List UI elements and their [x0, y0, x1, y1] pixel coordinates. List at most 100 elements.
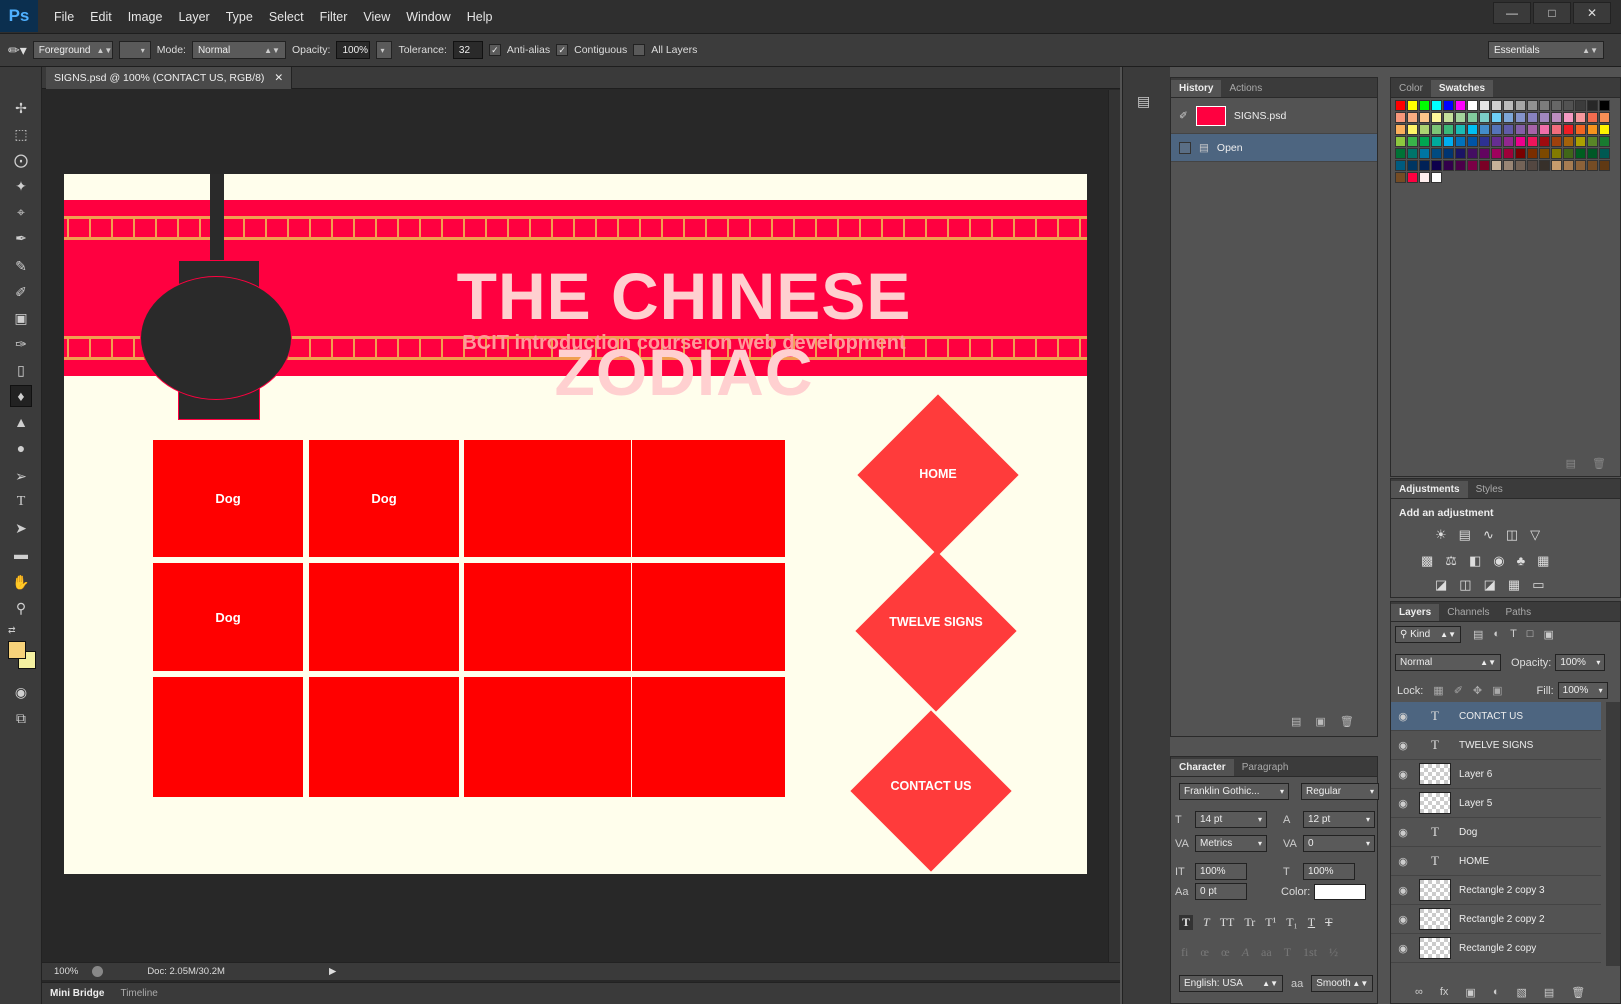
color-swatch[interactable] [1491, 160, 1502, 171]
color-swatch[interactable] [1575, 124, 1586, 135]
layer-row[interactable]: ◉ Rectangle 2 copy 3 [1391, 876, 1601, 905]
color-swatch[interactable] [1527, 136, 1538, 147]
vertical-scale-field[interactable]: 100% [1195, 863, 1247, 880]
color-swatch[interactable] [1419, 124, 1430, 135]
fractions-icon[interactable]: ½ [1329, 945, 1338, 960]
tab-timeline[interactable]: Timeline [112, 988, 165, 999]
stylistic-alternates-icon[interactable]: A [1242, 945, 1249, 960]
color-swatch[interactable] [1431, 100, 1442, 111]
layer-row[interactable]: ◉ T CONTACT US [1391, 702, 1601, 731]
hand-tool-icon[interactable]: ✋ [10, 571, 32, 593]
filter-pixel-icon[interactable]: ▤ [1473, 628, 1483, 641]
color-swatch[interactable] [1467, 136, 1478, 147]
small-caps-icon[interactable]: Tr [1244, 915, 1255, 930]
tab-styles[interactable]: Styles [1468, 481, 1511, 498]
superscript-icon[interactable]: T¹ [1265, 915, 1276, 930]
path-selection-tool-icon[interactable]: ➤ [10, 517, 32, 539]
layers-scrollbar[interactable] [1606, 702, 1620, 966]
tab-layers[interactable]: Layers [1391, 604, 1440, 621]
screen-mode-icon[interactable]: ⧉ [10, 707, 32, 729]
document-tab[interactable]: SIGNS.psd @ 100% (CONTACT US, RGB/8) ✕ [46, 67, 293, 89]
mode-select[interactable]: Normal ▲▼ [191, 41, 286, 59]
clone-stamp-tool-icon[interactable]: ▣ [10, 307, 32, 329]
layer-visibility-eye-icon[interactable]: ◉ [1391, 913, 1415, 926]
language-select[interactable]: English: USA ▲▼ [1179, 975, 1283, 992]
color-swatch[interactable] [1431, 112, 1442, 123]
layer-visibility-eye-icon[interactable]: ◉ [1391, 797, 1415, 810]
color-swatch[interactable] [1431, 124, 1442, 135]
pen-tool-icon[interactable]: ➢ [10, 465, 32, 487]
menu-file[interactable]: File [46, 10, 82, 24]
color-swatch[interactable] [1491, 112, 1502, 123]
menu-select[interactable]: Select [261, 10, 312, 24]
delete-swatch-icon[interactable]: 🗑 [1592, 457, 1606, 470]
close-button[interactable]: ✕ [1573, 2, 1611, 24]
ornaments-icon[interactable]: T [1284, 945, 1291, 960]
minimize-button[interactable]: — [1493, 2, 1531, 24]
delete-layer-icon[interactable]: 🗑 [1571, 986, 1585, 999]
color-swatch[interactable] [1491, 124, 1502, 135]
tab-character[interactable]: Character [1171, 759, 1234, 776]
layer-opacity-field[interactable]: 100% ▾ [1555, 654, 1606, 671]
color-swatch[interactable] [1551, 160, 1562, 171]
color-swatch[interactable] [1395, 148, 1406, 159]
opacity-field[interactable]: 100% [336, 41, 371, 59]
color-swatch[interactable] [1551, 124, 1562, 135]
new-layer-icon[interactable]: ▤ [1544, 986, 1554, 999]
fill-source-select[interactable]: Foreground ▲▼ [32, 41, 113, 59]
brightness-contrast-icon[interactable]: ☀ [1435, 527, 1447, 543]
color-swatch[interactable] [1395, 100, 1406, 111]
color-swatch[interactable] [1563, 100, 1574, 111]
rectangle-tool-icon[interactable]: ▬ [10, 543, 32, 565]
swap-colors-icon[interactable]: ⇄ [8, 625, 16, 636]
tab-channels[interactable]: Channels [1439, 604, 1497, 621]
vertical-scrollbar[interactable] [1108, 90, 1120, 962]
color-swatch[interactable] [1563, 112, 1574, 123]
color-swatch[interactable] [1407, 112, 1418, 123]
color-swatch[interactable] [1563, 136, 1574, 147]
invert-icon[interactable]: ◪ [1435, 577, 1447, 593]
tracking-field[interactable]: 0 ▾ [1303, 835, 1375, 852]
color-lookup-icon[interactable]: ▦ [1537, 553, 1549, 569]
color-swatch[interactable] [1587, 148, 1598, 159]
filter-smart-object-icon[interactable]: ▣ [1543, 628, 1553, 641]
tab-mini-bridge[interactable]: Mini Bridge [42, 988, 112, 999]
color-swatch[interactable] [1407, 172, 1418, 183]
color-swatch[interactable] [1503, 160, 1514, 171]
color-swatch[interactable] [1527, 100, 1538, 111]
layer-row[interactable]: ◉ T Dog [1391, 818, 1601, 847]
blend-mode-select[interactable]: Normal ▲▼ [1395, 654, 1501, 671]
threshold-icon[interactable]: ◪ [1484, 577, 1496, 593]
color-swatch[interactable] [1575, 112, 1586, 123]
color-swatch[interactable] [1563, 160, 1574, 171]
color-swatch[interactable] [1479, 160, 1490, 171]
opacity-slider-toggle[interactable]: ▾ [376, 41, 393, 59]
layer-row[interactable]: ◉ T HOME [1391, 847, 1601, 876]
menu-window[interactable]: Window [398, 10, 458, 24]
menu-layer[interactable]: Layer [170, 10, 217, 24]
filter-adjustment-icon[interactable]: ◐ [1493, 628, 1500, 641]
color-swatch[interactable] [1515, 112, 1526, 123]
layer-visibility-eye-icon[interactable]: ◉ [1391, 739, 1415, 752]
eyedropper-tool-icon[interactable]: ✒ [10, 227, 32, 249]
ordinals-icon[interactable]: 1st [1303, 945, 1317, 960]
subscript-icon[interactable]: T₁ [1286, 915, 1298, 930]
new-group-icon[interactable]: ▧ [1516, 986, 1526, 999]
color-swatch[interactable] [1491, 148, 1502, 159]
color-swatch[interactable] [1479, 148, 1490, 159]
layer-row[interactable]: ◉ Layer 5 [1391, 789, 1601, 818]
lock-transparent-icon[interactable]: ▦ [1433, 684, 1443, 697]
marquee-tool-icon[interactable]: ⬚ [10, 123, 32, 145]
color-swatch[interactable] [1587, 112, 1598, 123]
color-swatch[interactable] [1455, 112, 1466, 123]
color-swatch[interactable] [1587, 100, 1598, 111]
tab-swatches[interactable]: Swatches [1430, 80, 1494, 97]
color-swatch[interactable] [1419, 100, 1430, 111]
color-swatch[interactable] [1599, 100, 1610, 111]
color-swatch[interactable] [1419, 148, 1430, 159]
zoom-level[interactable]: 100% [54, 966, 78, 977]
color-swatch[interactable] [1587, 160, 1598, 171]
color-swatch[interactable] [1551, 148, 1562, 159]
layer-visibility-eye-icon[interactable]: ◉ [1391, 826, 1415, 839]
color-swatch[interactable] [1467, 100, 1478, 111]
